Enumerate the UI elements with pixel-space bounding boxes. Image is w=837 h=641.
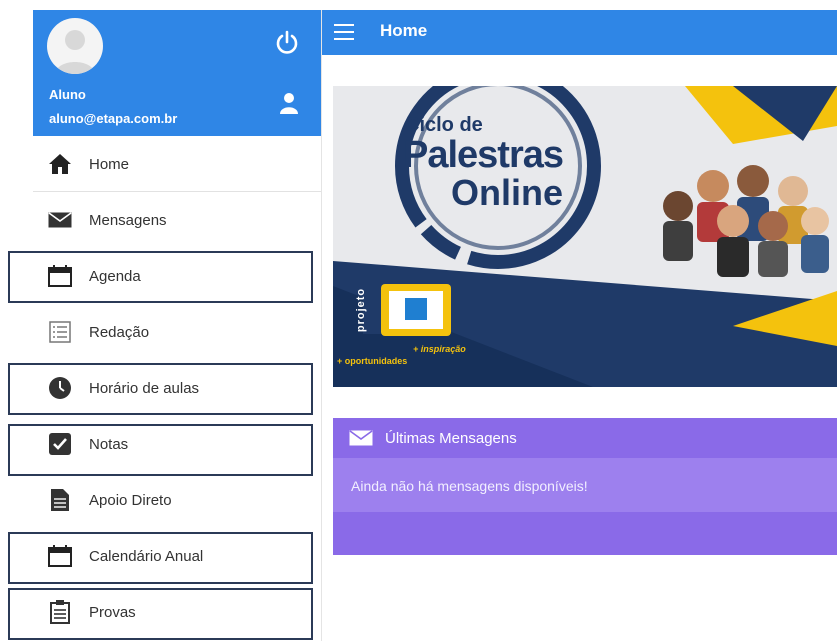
sidebar-item-apoio-direto[interactable]: Apoio Direto xyxy=(33,472,321,528)
sidebar-item-label: Horário de aulas xyxy=(89,379,200,397)
calendar-icon xyxy=(47,263,73,289)
sidebar-menu: Home Mensagens Agenda Redação Horário de… xyxy=(33,136,321,640)
page-title: Home xyxy=(380,21,428,40)
banner-vertical-text: projeto xyxy=(355,287,368,333)
banner-title-line3: Online xyxy=(451,172,564,213)
app-header: Home xyxy=(322,10,837,55)
calendar-icon xyxy=(47,543,73,569)
sidebar-item-label: Home xyxy=(89,155,130,173)
envelope-icon xyxy=(47,207,73,233)
sidebar-item-label: Redação xyxy=(89,323,150,341)
banner-tag-inspiracao: + inspiração xyxy=(413,344,466,354)
sidebar-item-horario[interactable]: Horário de aulas xyxy=(33,360,321,416)
sidebar-item-label: Notas xyxy=(89,435,129,453)
sidebar-item-provas[interactable]: Provas xyxy=(33,584,321,640)
sidebar: Aluno aluno@etapa.com.br Home Mensagens … xyxy=(33,10,322,641)
sidebar-item-label: Apoio Direto xyxy=(89,491,172,509)
sidebar-item-mensagens[interactable]: Mensagens xyxy=(33,192,321,248)
checkbox-icon xyxy=(47,431,73,457)
document-icon xyxy=(47,487,73,513)
sidebar-item-label: Agenda xyxy=(89,267,141,285)
sidebar-item-label: Provas xyxy=(89,603,136,621)
sidebar-item-agenda[interactable]: Agenda xyxy=(33,248,321,304)
hamburger-menu-icon[interactable] xyxy=(334,24,354,40)
list-icon xyxy=(47,319,73,345)
messages-card-header[interactable]: Últimas Mensagens xyxy=(333,418,837,458)
profile-header: Aluno aluno@etapa.com.br xyxy=(33,10,321,136)
sidebar-item-label: Mensagens xyxy=(89,211,167,229)
power-icon[interactable] xyxy=(273,28,301,56)
user-email: aluno@etapa.com.br xyxy=(49,111,178,126)
messages-empty-row: Ainda não há mensagens disponíveis! xyxy=(333,458,837,512)
user-name: Aluno xyxy=(49,87,86,102)
sidebar-item-notas[interactable]: Notas xyxy=(33,416,321,472)
clock-icon xyxy=(47,375,73,401)
clipboard-icon xyxy=(47,599,73,625)
sidebar-item-calendario-anual[interactable]: Calendário Anual xyxy=(33,528,321,584)
person-icon[interactable] xyxy=(278,92,300,114)
messages-empty-text: Ainda não há mensagens disponíveis! xyxy=(351,478,588,494)
banner-image[interactable]: Ciclo de Palestras Online projeto + insp… xyxy=(333,86,837,387)
messages-card: Últimas Mensagens Ainda não há mensagens… xyxy=(333,418,837,555)
sidebar-item-redacao[interactable]: Redação xyxy=(33,304,321,360)
banner-tag-oportunidades: + oportunidades xyxy=(337,356,408,366)
banner-title-line2: Palestras xyxy=(403,134,564,176)
avatar[interactable] xyxy=(47,18,103,74)
sidebar-item-label: Calendário Anual xyxy=(89,547,204,565)
envelope-icon xyxy=(349,430,373,446)
home-icon xyxy=(47,151,73,177)
sidebar-item-home[interactable]: Home xyxy=(33,136,321,192)
messages-card-title: Últimas Mensagens xyxy=(385,429,517,447)
